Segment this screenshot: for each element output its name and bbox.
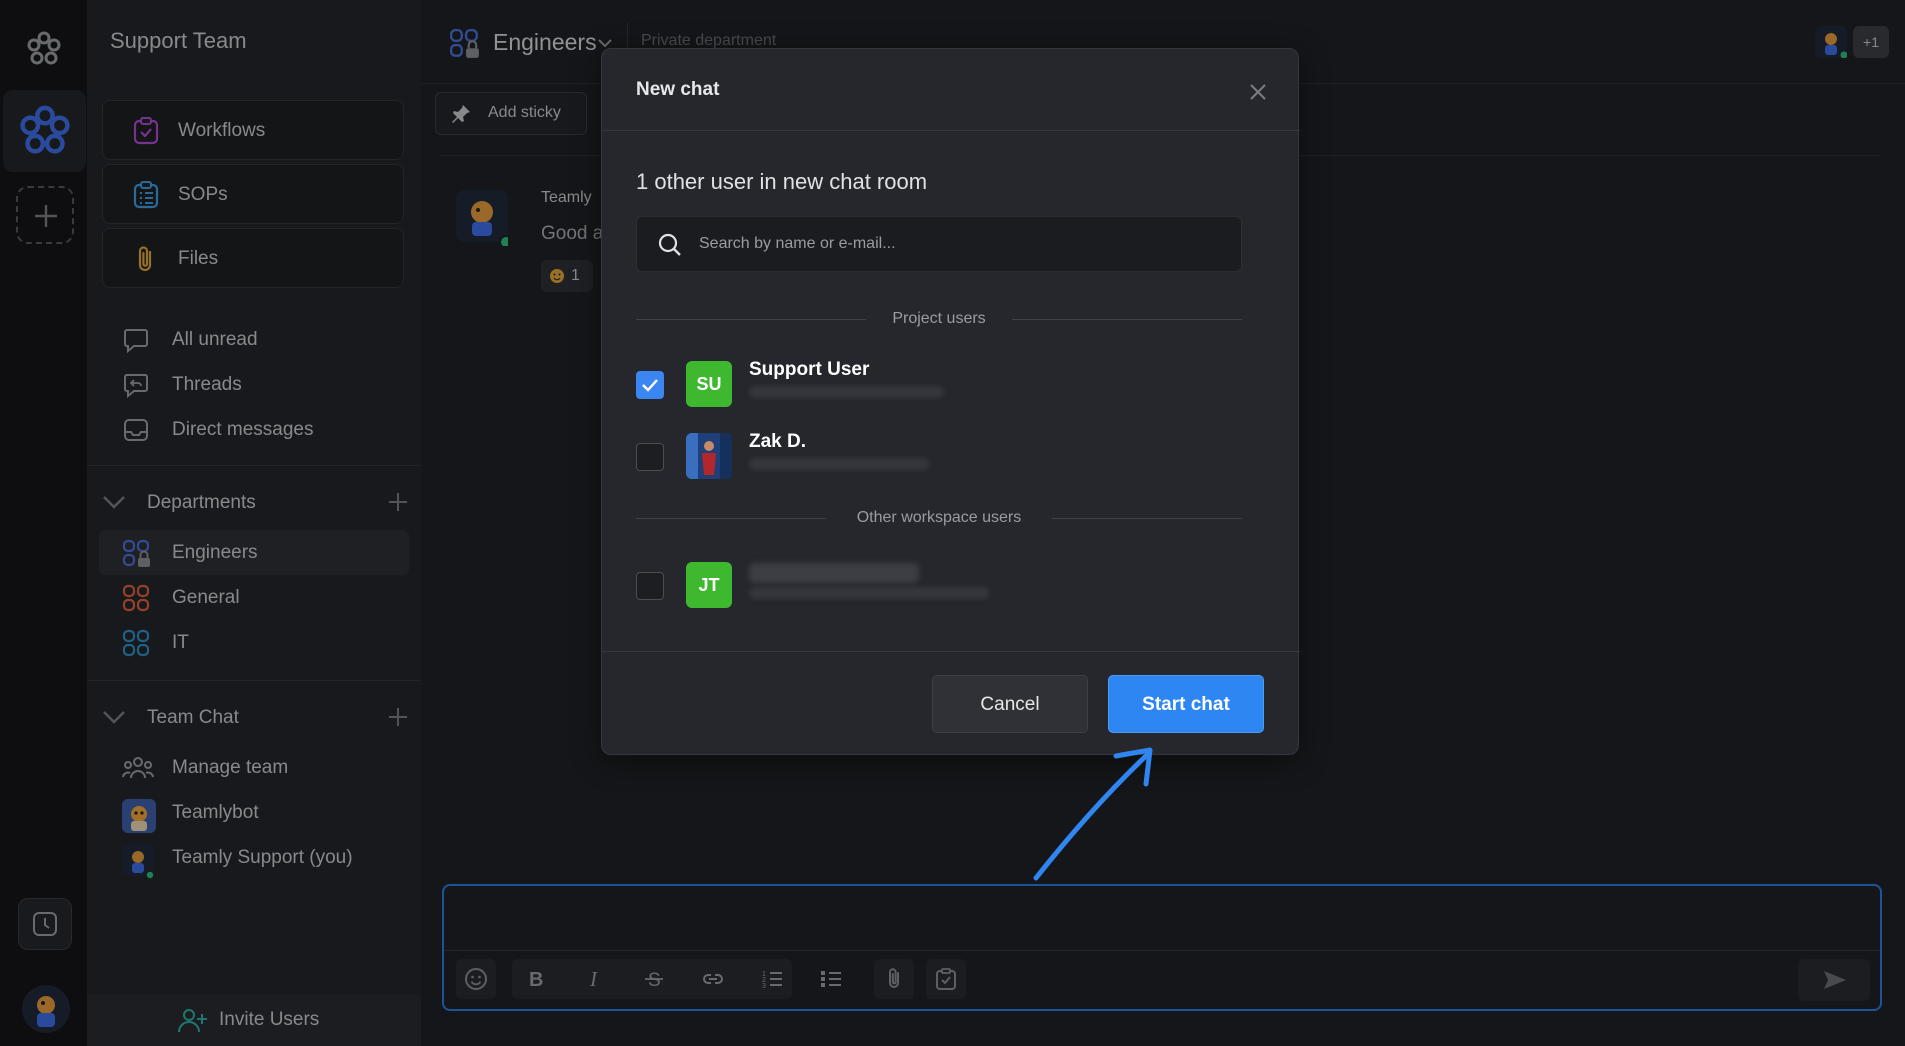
user-name: Zak D. (749, 431, 807, 452)
user-avatar-photo (686, 433, 732, 479)
user-email-redacted (749, 587, 989, 599)
user-row[interactable]: Zak D. (636, 430, 1242, 479)
other-users-separator: Other workspace users (636, 507, 1242, 531)
user-avatar-initials: JT (686, 562, 732, 608)
selected-count-text: 1 other user in new chat room (636, 169, 928, 194)
project-users-label: Project users (870, 310, 1008, 327)
project-users-separator: Project users (636, 308, 1242, 332)
user-email-redacted (749, 458, 929, 470)
annotation-arrow-icon (1033, 747, 1153, 881)
user-checkbox[interactable] (636, 572, 664, 600)
user-name: Support User (749, 359, 870, 380)
user-search-field[interactable] (636, 216, 1242, 272)
user-row[interactable]: JT (636, 559, 1242, 608)
other-users-label: Other workspace users (834, 509, 1044, 526)
new-chat-dialog: New chat 1 other user in new chat room P… (601, 48, 1300, 755)
dialog-header-divider (602, 130, 1300, 131)
user-checkbox-checked[interactable] (636, 371, 664, 399)
user-row[interactable]: SU Support User (636, 358, 1242, 407)
dialog-footer-divider (602, 651, 1300, 652)
user-avatar-initials: SU (686, 361, 732, 407)
user-checkbox[interactable] (636, 443, 664, 471)
cancel-button[interactable]: Cancel (932, 675, 1088, 733)
close-icon[interactable] (1248, 82, 1268, 102)
check-icon (642, 379, 658, 392)
user-email-redacted (749, 386, 944, 398)
search-icon (657, 232, 683, 258)
start-chat-button[interactable]: Start chat (1108, 675, 1264, 733)
search-input[interactable] (697, 217, 1227, 271)
dialog-title: New chat (636, 79, 720, 100)
user-name-redacted (749, 563, 919, 583)
